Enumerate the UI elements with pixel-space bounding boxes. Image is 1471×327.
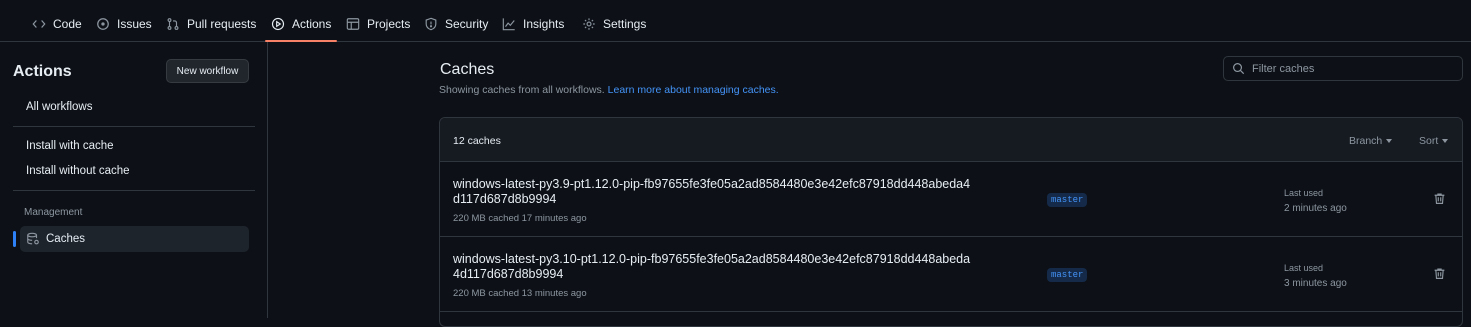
database-icon [27,232,39,245]
repo-nav: Code Issues Pull requests Actions Projec… [0,0,1471,42]
tab-label: Issues [117,16,152,31]
tab-label: Projects [367,16,411,31]
page-subtitle: Showing caches from all workflows. Learn… [439,84,779,96]
cache-count: 12 caches [453,135,501,147]
tab-label: Insights [523,16,565,31]
cache-name[interactable]: windows-latest-py3.9-pt1.12.0-pip-fb9765… [453,177,973,207]
last-used-label: Last used [1284,263,1324,273]
caches-list: 12 caches Branch Sort windows-latest-py3… [439,117,1463,327]
branch-menu-label: Branch [1349,135,1383,147]
sidebar-item-caches[interactable]: Caches [13,226,249,252]
tab-insights[interactable]: Insights [502,6,564,41]
sort-menu-label: Sort [1419,135,1439,147]
branch-filter-menu[interactable]: Branch [1349,135,1393,147]
sort-menu[interactable]: Sort [1419,135,1449,147]
actions-sidebar: Actions New workflow All workflows Insta… [0,42,268,318]
tab-issues[interactable]: Issues [96,6,152,41]
chevron-down-icon [1442,139,1449,144]
new-workflow-button[interactable]: New workflow [166,59,249,83]
tab-label: Pull requests [187,16,257,31]
pull-request-icon [167,17,179,30]
branch-label[interactable]: master [1047,268,1088,282]
tab-label: Security [445,16,489,31]
issue-icon [97,17,109,30]
sidebar-title: Actions [13,63,72,80]
search-icon [1233,63,1245,75]
sidebar-item-install-with-cache[interactable]: Install with cache [26,140,114,152]
tab-projects[interactable]: Projects [346,6,410,41]
caches-list-header: 12 caches Branch Sort [440,118,1462,162]
play-icon [271,17,285,30]
branch-label[interactable]: master [1047,193,1088,207]
divider [13,126,255,127]
tab-pull-requests[interactable]: Pull requests [166,6,256,41]
filter-caches-input[interactable] [1252,62,1452,75]
tab-label: Settings [603,16,647,31]
divider [13,190,255,191]
graph-icon [502,17,515,30]
cache-meta: 220 MB cached 13 minutes ago [453,288,587,299]
last-used-label: Last used [1284,188,1324,198]
trash-icon[interactable] [1433,267,1446,280]
chevron-down-icon [1386,139,1393,144]
gear-icon [583,17,595,30]
cache-row: windows-latest-py3.9-pt1.12.0-pip-fb9765… [440,162,1462,237]
cache-name[interactable]: windows-latest-py3.10-pt1.12.0-pip-fb976… [453,252,973,282]
learn-more-link[interactable]: Learn more about managing caches. [608,84,779,96]
page-title: Caches [440,61,495,78]
shield-icon [425,17,437,30]
cache-meta: 220 MB cached 17 minutes ago [453,213,587,224]
trash-icon[interactable] [1433,192,1446,205]
filter-caches[interactable] [1223,56,1463,81]
tab-settings[interactable]: Settings [582,6,646,41]
last-used-value: 3 minutes ago [1284,278,1347,289]
tab-label: Actions [292,16,332,31]
code-icon [32,19,46,28]
sidebar-item-install-without-cache[interactable]: Install without cache [26,165,130,177]
tab-security[interactable]: Security [424,6,488,41]
tab-actions[interactable]: Actions [264,6,338,42]
table-icon [346,17,360,30]
sidebar-section-management: Management [24,207,83,218]
tab-label: Code [53,16,82,31]
sidebar-item-label: Caches [46,233,85,245]
last-used-value: 2 minutes ago [1284,203,1347,214]
tab-code[interactable]: Code [32,6,82,41]
cache-row: windows-latest-py3.10-pt1.12.0-pip-fb976… [440,237,1462,312]
sidebar-item-all-workflows[interactable]: All workflows [26,101,92,113]
subtitle-text: Showing caches from all workflows. [439,84,605,96]
